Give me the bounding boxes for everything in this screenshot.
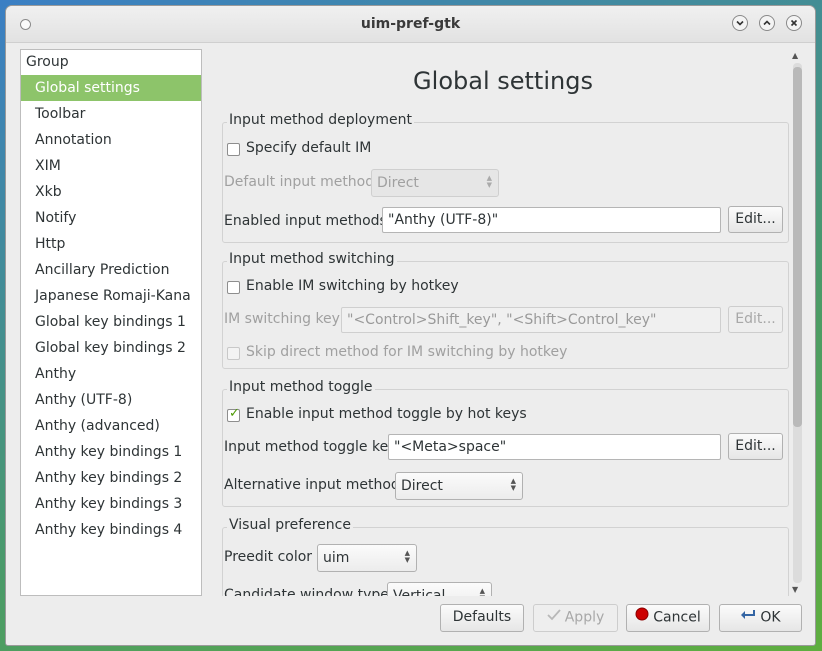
minimize-button[interactable] [732,15,748,31]
group-header[interactable]: Group [21,50,201,75]
title-bar: uim-pref-gtk [6,6,815,43]
ok-button[interactable]: OK [719,604,802,632]
sidebar-item-ancillary-prediction[interactable]: Ancillary Prediction [21,257,201,283]
toggle-key-field[interactable]: "<Meta>space" [388,434,721,460]
chevron-up-icon [763,20,771,26]
visual-frame-label: Visual preference [227,517,353,533]
sidebar-item-anthy-advanced[interactable]: Anthy (advanced) [21,413,201,439]
chevron-down-icon [736,20,744,26]
alt-im-combo[interactable]: Direct ▲ ▼ [395,472,523,500]
specify-default-im-checkbox[interactable] [227,143,240,156]
sidebar-item-http[interactable]: Http [21,231,201,257]
sidebar-item-xkb[interactable]: Xkb [21,179,201,205]
preedit-color-combo[interactable]: uim ▲ ▼ [317,544,417,572]
alt-im-label: Alternative input method [224,477,400,493]
spin-arrows-icon: ▲▼ [510,477,516,492]
dialog-button-bar: Defaults Apply Cancel OK [6,602,815,642]
cancel-stop-icon [635,605,649,630]
close-button[interactable] [786,15,802,31]
vertical-scrollbar[interactable]: ▲ ▼ [789,49,803,596]
page-title: Global settings [413,67,593,95]
candidate-window-label: Candidate window type [224,587,389,596]
scroll-up-icon[interactable]: ▲ [792,51,798,60]
enabled-im-field[interactable]: "Anthy (UTF-8)" [382,207,721,233]
switching-frame-label: Input method switching [227,251,397,267]
deployment-frame-label: Input method deployment [227,112,414,128]
defaults-button-label: Defaults [452,609,512,625]
enable-toggle-checkbox[interactable]: ✓ [227,406,240,422]
toggle-key-edit-button[interactable]: Edit... [728,433,783,460]
sidebar-item-annotation[interactable]: Annotation [21,127,201,153]
window-title: uim-pref-gtk [360,16,461,32]
enable-im-switching-checkbox[interactable] [227,281,240,294]
spin-arrows-icon: ▲▼ [404,549,410,564]
sidebar-item-anthy-utf8[interactable]: Anthy (UTF-8) [21,387,201,413]
cancel-button[interactable]: Cancel [626,604,710,632]
maximize-button[interactable] [759,15,775,31]
preedit-color-label: Preedit color [224,549,313,565]
specify-default-im-label: Specify default IM [246,140,372,156]
im-switching-key-field[interactable]: "<Control>Shift_key", "<Shift>Control_ke… [341,307,721,333]
default-im-combo[interactable]: Direct ▲ ▼ [371,169,499,197]
skip-direct-checkbox[interactable] [227,347,240,360]
sidebar-item-japanese-romaji-kana[interactable]: Japanese Romaji-Kana [21,283,201,309]
sidebar-item-anthy-key-bindings-2[interactable]: Anthy key bindings 2 [21,465,201,491]
enabled-im-label: Enabled input methods [224,213,387,229]
toggle-frame-label: Input method toggle [227,379,375,395]
sidebar-item-anthy-key-bindings-1[interactable]: Anthy key bindings 1 [21,439,201,465]
sidebar-item-anthy-key-bindings-3[interactable]: Anthy key bindings 3 [21,491,201,517]
candidate-window-combo[interactable]: Vertical ▲▼ [387,582,492,596]
settings-pane: Global settings Input method deployment … [213,49,805,596]
spin-arrows-icon: ▲▼ [479,587,485,597]
toggle-key-label: Input method toggle key [224,439,397,455]
spin-arrows-icon: ▲▼ [486,174,492,189]
im-switching-key-label: IM switching key [224,311,340,327]
group-list: Group Global settings Toolbar Annotation… [20,49,202,596]
apply-button-label: Apply [564,609,605,626]
sidebar-item-toolbar[interactable]: Toolbar [21,101,201,127]
apply-button[interactable]: Apply [533,604,618,632]
preedit-color-value: uim [323,550,350,566]
sidebar-item-global-settings[interactable]: Global settings [21,75,201,101]
sidebar-item-notify[interactable]: Notify [21,205,201,231]
candidate-window-value: Vertical [393,588,446,596]
alt-im-value: Direct [401,478,443,494]
sidebar-item-xim[interactable]: XIM [21,153,201,179]
checkmark-icon: ✓ [229,406,240,421]
ok-button-label: OK [760,609,781,626]
sidebar-item-anthy[interactable]: Anthy [21,361,201,387]
defaults-button[interactable]: Defaults [440,604,524,632]
default-im-value: Direct [377,175,419,191]
sidebar-item-anthy-key-bindings-4[interactable]: Anthy key bindings 4 [21,517,201,543]
scroll-down-icon[interactable]: ▼ [792,585,798,594]
enable-toggle-label: Enable input method toggle by hot keys [246,406,527,422]
app-window: uim-pref-gtk Group Global settings Toolb… [5,5,816,646]
close-icon [790,19,798,27]
sidebar-item-global-key-bindings-2[interactable]: Global key bindings 2 [21,335,201,361]
skip-direct-label: Skip direct method for IM switching by h… [246,344,568,360]
scroll-thumb[interactable] [793,67,802,427]
ok-enter-icon [740,605,756,630]
enabled-im-edit-button[interactable]: Edit... [728,206,783,233]
sidebar-item-global-key-bindings-1[interactable]: Global key bindings 1 [21,309,201,335]
apply-check-icon [547,605,561,630]
enable-im-switching-label: Enable IM switching by hotkey [246,278,459,294]
im-switching-key-edit-button[interactable]: Edit... [728,306,783,333]
cancel-button-label: Cancel [653,609,701,626]
default-im-label: Default input method [224,174,375,190]
